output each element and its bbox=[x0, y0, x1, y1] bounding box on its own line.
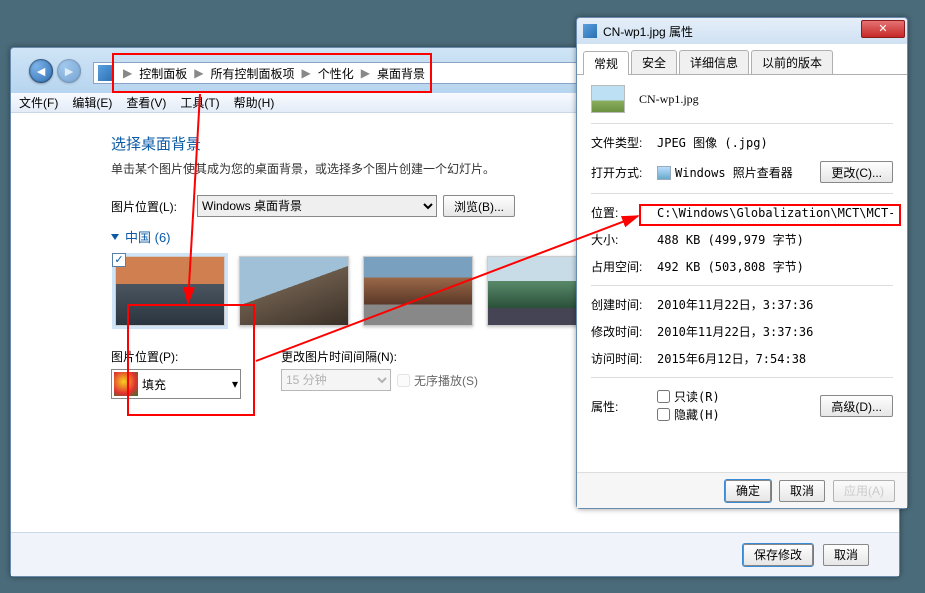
filename-field[interactable]: CN-wp1.jpg bbox=[639, 92, 699, 107]
type-label: 文件类型: bbox=[591, 134, 657, 151]
location-label: 位置: bbox=[591, 204, 657, 221]
dialog-body: CN-wp1.jpg 文件类型:JPEG 图像 (.jpg) 打开方式:Wind… bbox=[577, 75, 907, 434]
tab-general[interactable]: 常规 bbox=[583, 51, 629, 75]
menu-view[interactable]: 查看(V) bbox=[126, 94, 166, 111]
interval-select: 15 分钟 bbox=[281, 369, 391, 391]
menu-help[interactable]: 帮助(H) bbox=[234, 94, 275, 111]
size-value: 488 KB (499,979 字节) bbox=[657, 231, 893, 248]
photo-viewer-icon bbox=[657, 166, 671, 180]
tab-security[interactable]: 安全 bbox=[631, 50, 677, 74]
size-on-disk-label: 占用空间: bbox=[591, 258, 657, 275]
readonly-checkbox[interactable]: 只读(R) bbox=[657, 388, 720, 405]
shuffle-checkbox-input bbox=[397, 374, 410, 387]
tab-strip: 常规 安全 详细信息 以前的版本 bbox=[577, 44, 907, 75]
breadcrumb-personalization[interactable]: 个性化 bbox=[316, 63, 356, 84]
tab-details[interactable]: 详细信息 bbox=[679, 50, 749, 74]
cancel-button[interactable]: 取消 bbox=[823, 544, 869, 566]
breadcrumb-sep-icon: ▶ bbox=[194, 66, 203, 80]
apply-button: 应用(A) bbox=[833, 480, 895, 502]
size-on-disk-value: 492 KB (503,808 字节) bbox=[657, 258, 893, 275]
dialog-footer: 确定 取消 应用(A) bbox=[577, 472, 907, 508]
save-changes-button[interactable]: 保存修改 bbox=[743, 544, 813, 566]
picture-location-select[interactable]: Windows 桌面背景 bbox=[197, 195, 437, 217]
file-properties-dialog: CN-wp1.jpg 属性 ✕ 常规 安全 详细信息 以前的版本 CN-wp1.… bbox=[576, 17, 908, 509]
type-value: JPEG 图像 (.jpg) bbox=[657, 134, 893, 151]
breadcrumb-control-panel[interactable]: 控制面板 bbox=[137, 63, 189, 84]
shuffle-label: 无序播放(S) bbox=[414, 372, 478, 389]
thumbnail-3[interactable] bbox=[363, 256, 473, 326]
menu-edit[interactable]: 编辑(E) bbox=[72, 94, 112, 111]
file-thumbnail-icon bbox=[591, 85, 625, 113]
breadcrumb-sep-icon: ▶ bbox=[361, 66, 370, 80]
nav-back-button[interactable]: ◄ bbox=[29, 59, 53, 83]
ok-button[interactable]: 确定 bbox=[725, 480, 771, 502]
group-header-label: 中国 (6) bbox=[125, 227, 171, 246]
breadcrumb-all-items[interactable]: 所有控制面板项 bbox=[208, 63, 296, 84]
open-with-value: Windows 照片查看器 bbox=[657, 164, 814, 181]
fill-label: 填充 bbox=[142, 376, 166, 393]
accessed-label: 访问时间: bbox=[591, 350, 657, 367]
shuffle-checkbox[interactable]: 无序播放(S) bbox=[397, 372, 478, 389]
breadcrumb-sep-icon: ▶ bbox=[302, 66, 311, 80]
breadcrumb-desktop-background[interactable]: 桌面背景 bbox=[375, 63, 427, 84]
change-app-button[interactable]: 更改(C)... bbox=[820, 161, 893, 183]
fill-preview-icon bbox=[114, 372, 138, 396]
open-with-label: 打开方式: bbox=[591, 164, 657, 181]
picture-position-select[interactable]: 填充 ▾ bbox=[111, 369, 241, 399]
breadcrumb-sep-icon: ▶ bbox=[123, 66, 132, 80]
nav-forward-button[interactable]: ► bbox=[57, 59, 81, 83]
interval-label: 更改图片时间间隔(N): bbox=[281, 348, 492, 365]
size-label: 大小: bbox=[591, 231, 657, 248]
thumbnail-1[interactable]: ✓ bbox=[115, 256, 225, 326]
menu-file[interactable]: 文件(F) bbox=[19, 94, 58, 111]
modified-value: 2010年11月22日，3:37:36 bbox=[657, 323, 893, 340]
dialog-title: CN-wp1.jpg 属性 bbox=[603, 23, 693, 40]
picture-location-label: 图片位置(L): bbox=[111, 198, 191, 215]
dialog-titlebar[interactable]: CN-wp1.jpg 属性 ✕ bbox=[577, 18, 907, 44]
created-value: 2010年11月22日，3:37:36 bbox=[657, 296, 893, 313]
chevron-down-icon: ▾ bbox=[232, 377, 238, 391]
menu-tools[interactable]: 工具(T) bbox=[180, 94, 219, 111]
picture-position-label: 图片位置(P): bbox=[111, 348, 241, 365]
tab-previous-versions[interactable]: 以前的版本 bbox=[751, 50, 833, 74]
modified-label: 修改时间: bbox=[591, 323, 657, 340]
file-icon bbox=[583, 24, 597, 38]
folder-icon bbox=[98, 65, 114, 81]
browse-button[interactable]: 浏览(B)... bbox=[443, 195, 515, 217]
window-footer: 保存修改 取消 bbox=[11, 532, 899, 576]
attributes-label: 属性: bbox=[591, 398, 657, 415]
accessed-value: 2015年6月12日，7:54:38 bbox=[657, 350, 893, 367]
cancel-prop-button[interactable]: 取消 bbox=[779, 480, 825, 502]
thumbnail-2[interactable] bbox=[239, 256, 349, 326]
close-button[interactable]: ✕ bbox=[861, 20, 905, 38]
created-label: 创建时间: bbox=[591, 296, 657, 313]
triangle-down-icon bbox=[111, 234, 119, 240]
hidden-checkbox[interactable]: 隐藏(H) bbox=[657, 406, 720, 423]
advanced-button[interactable]: 高级(D)... bbox=[820, 395, 893, 417]
location-value: C:\Windows\Globalization\MCT\MCT-CN\Wall… bbox=[657, 206, 893, 220]
thumbnail-checkbox[interactable]: ✓ bbox=[112, 253, 126, 267]
